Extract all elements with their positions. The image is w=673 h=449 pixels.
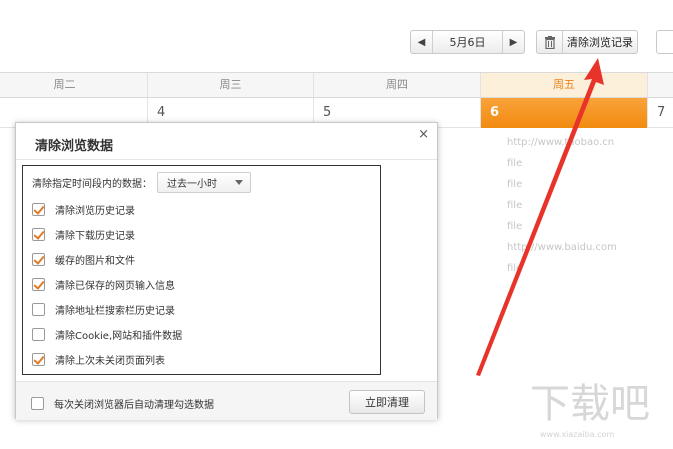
clear-history-label: 清除浏览记录 (567, 36, 633, 49)
auto-clear-option[interactable]: 每次关闭浏览器后自动清理勾选数据 (31, 396, 214, 411)
calendar-header: 周二 周三 周四 周五 (0, 72, 673, 98)
dialog-footer: 每次关闭浏览器后自动清理勾选数据 立即清理 (16, 381, 437, 420)
option-label: 清除浏览历史记录 (55, 206, 135, 217)
checkbox-cached-files[interactable] (32, 253, 45, 266)
chevron-right-icon: ▶ (509, 36, 518, 48)
checkbox-closed-pages[interactable] (32, 353, 45, 366)
watermark: 下载吧 www.xiazaiba.com (530, 381, 650, 439)
options-panel: 清除指定时间段内的数据： 过去一小时 清除浏览历史记录 清除下载历史记录 缓存的… (22, 165, 381, 375)
chevron-left-icon: ◀ (417, 36, 426, 48)
option-form-data[interactable]: 清除已保存的网页输入信息 (32, 277, 175, 292)
clear-now-button[interactable]: 立即清理 (349, 390, 425, 414)
checkbox-cookies[interactable] (32, 328, 45, 341)
trash-icon (537, 31, 563, 53)
option-download-history[interactable]: 清除下载历史记录 (32, 227, 135, 242)
checkbox-auto-clear[interactable] (31, 397, 44, 410)
history-entry[interactable]: http://www.baidu.com (507, 242, 617, 263)
divider (16, 159, 437, 160)
close-icon[interactable]: × (418, 127, 429, 142)
checkbox-browsing-history[interactable] (32, 203, 45, 216)
date-navigator: ◀ 5月6日 ▶ (410, 30, 525, 54)
time-range-value: 过去一小时 (167, 179, 217, 190)
time-range-row: 清除指定时间段内的数据： 过去一小时 (32, 172, 251, 193)
next-day-button[interactable]: ▶ (502, 31, 524, 53)
history-entry[interactable]: file (507, 221, 617, 242)
previous-day-button[interactable]: ◀ (411, 31, 433, 53)
watermark-logo: 下载吧 (530, 381, 650, 427)
toolbar-button-partial[interactable] (656, 30, 673, 54)
option-label: 清除Cookie,网站和插件数据 (55, 331, 183, 342)
auto-clear-label: 每次关闭浏览器后自动清理勾选数据 (54, 400, 214, 411)
history-entry[interactable]: file (507, 179, 617, 200)
clear-history-button[interactable]: 清除浏览记录 (536, 30, 638, 54)
option-label: 清除已保存的网页输入信息 (55, 281, 175, 292)
day-header-next (647, 73, 673, 97)
option-browsing-history[interactable]: 清除浏览历史记录 (32, 202, 135, 217)
option-closed-pages[interactable]: 清除上次未关闭页面列表 (32, 352, 165, 367)
dialog-title: 清除浏览数据 (35, 139, 114, 154)
dropdown-arrow-icon (235, 180, 243, 185)
history-entry[interactable]: file (507, 263, 617, 284)
history-entry[interactable]: file (507, 200, 617, 221)
checkbox-form-data[interactable] (32, 278, 45, 291)
time-range-label: 清除指定时间段内的数据： (32, 179, 152, 190)
clear-browsing-data-dialog: 清除浏览数据 × 清除指定时间段内的数据： 过去一小时 清除浏览历史记录 清除下… (15, 122, 438, 420)
date-cell-6-today[interactable]: 6 (480, 98, 647, 128)
time-range-select[interactable]: 过去一小时 (157, 172, 251, 193)
option-label: 清除下载历史记录 (55, 231, 135, 242)
history-entry-list: http://www.taobao.cn file file file file… (507, 137, 617, 284)
option-label: 清除上次未关闭页面列表 (55, 356, 165, 367)
option-address-bar-history[interactable]: 清除地址栏搜索栏历史记录 (32, 302, 175, 317)
option-cached-files[interactable]: 缓存的图片和文件 (32, 252, 135, 267)
checkbox-download-history[interactable] (32, 228, 45, 241)
option-cookies[interactable]: 清除Cookie,网站和插件数据 (32, 327, 182, 342)
history-entry[interactable]: file (507, 158, 617, 179)
option-label: 清除地址栏搜索栏历史记录 (55, 306, 175, 317)
checkbox-address-bar-history[interactable] (32, 303, 45, 316)
day-header-fri: 周五 (480, 73, 647, 97)
day-header-wed: 周三 (147, 73, 313, 97)
option-label: 缓存的图片和文件 (55, 256, 135, 267)
watermark-url: www.xiazaiba.com (540, 430, 615, 439)
current-date[interactable]: 5月6日 (433, 31, 502, 53)
history-entry[interactable]: http://www.taobao.cn (507, 137, 617, 158)
day-header-thu: 周四 (313, 73, 480, 97)
date-cell-7[interactable]: 7 (647, 98, 673, 128)
day-header-tue: 周二 (53, 78, 76, 91)
